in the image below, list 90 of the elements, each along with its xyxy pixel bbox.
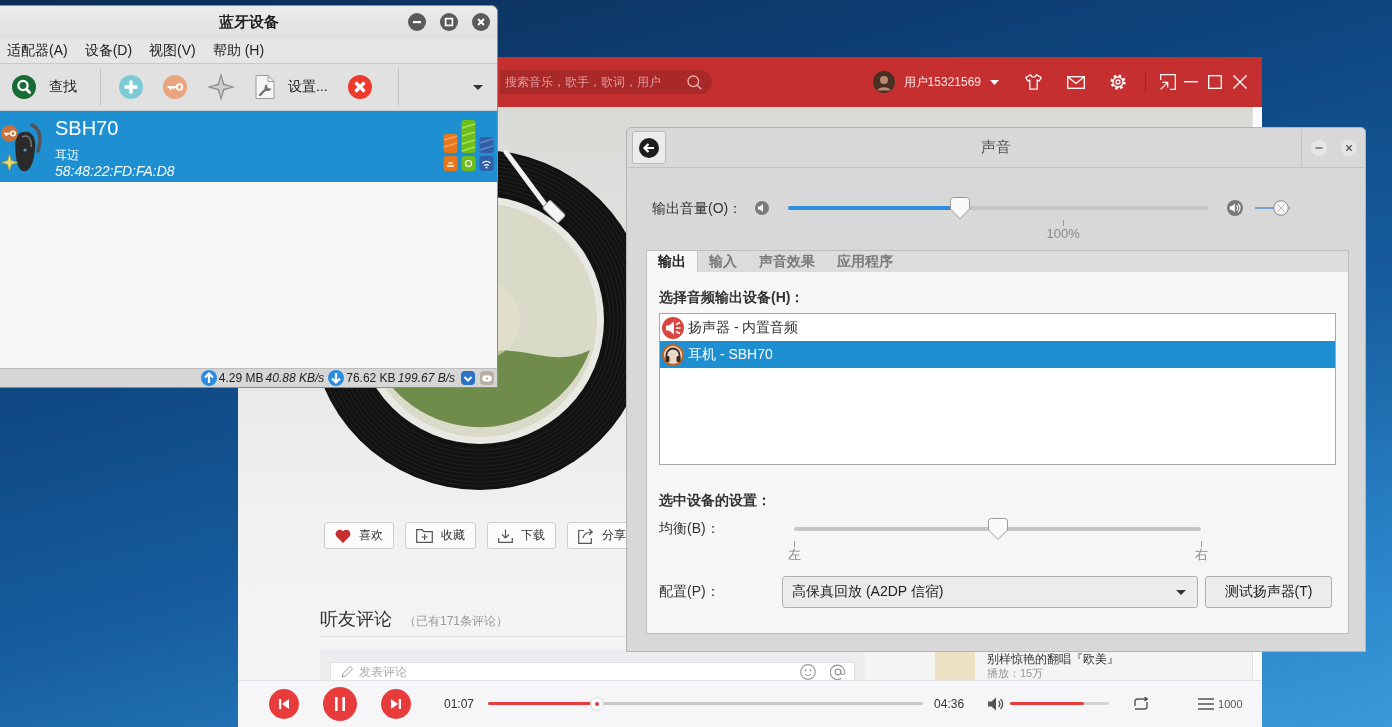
pause-button[interactable] (323, 687, 357, 721)
download-speed: 199.67 B/s (397, 371, 455, 385)
speaker-icon (662, 316, 684, 339)
tab[interactable]: 输出 (647, 251, 698, 272)
device-list-label: 选择音频输出设备(H)： (659, 288, 805, 306)
search-icon (687, 74, 702, 90)
slider-thumb[interactable] (986, 517, 1009, 541)
profile-label: 配置(P)： (659, 583, 721, 601)
minimize-button[interactable] (408, 13, 426, 31)
like-button[interactable]: 喜欢 (324, 522, 394, 549)
menu-item[interactable]: 帮助 (H) (212, 41, 265, 60)
menu-item[interactable]: 设备(D) (84, 41, 133, 60)
balance-left-label: 左 (787, 547, 801, 562)
test-speaker-button[interactable]: 测试扬声器(T) (1205, 576, 1332, 608)
maximize-button[interactable] (440, 13, 458, 31)
speaker-low-icon (755, 201, 769, 215)
next-button[interactable] (381, 689, 411, 719)
playlist-button[interactable] (1198, 698, 1215, 710)
collect-button[interactable]: 收藏 (405, 522, 476, 549)
play-count: 播放：15万 (987, 667, 1045, 680)
window-title: 声音 (981, 138, 1011, 157)
menu-item[interactable]: 视图(V) (149, 41, 196, 60)
smiley-icon (800, 663, 816, 680)
caret-icon (473, 84, 483, 90)
output-volume-slider[interactable] (788, 196, 1208, 220)
heart-icon (335, 528, 351, 543)
balance-right-label: 右 (1194, 547, 1208, 562)
previous-button[interactable] (269, 689, 299, 719)
slider-thumb[interactable] (949, 196, 972, 220)
mini-slider-icon (1255, 200, 1291, 216)
close-button[interactable] (1341, 139, 1357, 156)
caret-icon (1176, 589, 1186, 595)
folder-plus-icon (416, 528, 433, 543)
slider-thumb[interactable] (589, 697, 604, 711)
disk-tile-icon (480, 371, 494, 385)
playlist-title[interactable]: 别样惊艳的翻唱『欧美』 (987, 652, 1119, 666)
output-device-row[interactable]: 耳机 - SBH70 (660, 341, 1335, 368)
device-name: SBH70 (55, 116, 120, 140)
device-row[interactable]: SBH70 耳迈 58:48:22:FD:FA:D8 (0, 111, 497, 182)
close-button[interactable] (1233, 75, 1247, 89)
back-button[interactable] (632, 131, 666, 164)
device-type: 耳迈 (55, 148, 80, 162)
at-sign-icon (830, 663, 846, 680)
search-button[interactable]: 查找 (2, 67, 87, 107)
menu-item[interactable]: 适配器(A) (7, 41, 68, 60)
comments-heading: 听友评论 (320, 608, 392, 631)
share-icon (578, 527, 594, 544)
repeat-button[interactable] (1132, 697, 1151, 711)
window-title: 蓝牙设备 (218, 12, 279, 32)
headphones-icon (662, 343, 684, 366)
messages-button[interactable] (1067, 75, 1085, 89)
settings-label: 选中设备的设置： (659, 491, 771, 509)
avatar-icon (872, 71, 895, 93)
document-wrench-icon (255, 75, 275, 99)
speaker-high-icon (1227, 200, 1243, 216)
maximize-button[interactable] (1208, 75, 1222, 89)
signal-meter-icon (461, 120, 476, 172)
comment-count: （已有171条评论） (404, 613, 509, 630)
account-menu-caret[interactable] (990, 79, 999, 85)
plus-icon (119, 75, 143, 99)
device-address: 58:48:22:FD:FA:D8 (55, 163, 175, 180)
settings-button[interactable] (1109, 73, 1127, 91)
elapsed-time: 01:07 (444, 697, 475, 711)
star-icon (207, 73, 235, 101)
balance-slider[interactable] (794, 517, 1201, 541)
volume-label: 输出音量(O)： (652, 199, 744, 217)
pencil-icon (341, 665, 353, 678)
minimize-button[interactable] (1311, 139, 1327, 156)
download-button[interactable]: 下载 (487, 522, 556, 549)
skin-button[interactable] (1025, 74, 1042, 90)
chevron-tile-icon (461, 371, 475, 385)
download-icon (498, 528, 513, 543)
output-device-row[interactable]: 扬声器 - 内置音频 (660, 314, 1335, 341)
close-button[interactable] (472, 13, 490, 31)
total-time: 04:36 (934, 697, 965, 711)
user-name[interactable]: 用户15321569 (903, 73, 981, 91)
x-circle-icon (347, 75, 372, 99)
downloaded-amount: 76.62 KB (346, 371, 396, 385)
uploaded-amount: 4.29 MB (218, 371, 264, 385)
mini-mode-button[interactable] (1160, 74, 1176, 90)
key-icon (163, 75, 187, 99)
profile-dropdown[interactable]: 高保真回放 (A2DP 信宿) (782, 576, 1198, 608)
volume-scale-label: 100% (1046, 226, 1080, 241)
progress-slider[interactable] (488, 697, 924, 711)
setup-button[interactable]: 设置... (245, 67, 338, 107)
search-icon (12, 75, 36, 99)
upload-speed: 40.88 KB/s (265, 371, 325, 385)
volume-button[interactable] (988, 697, 1005, 711)
playlist-count: 1000 (1218, 698, 1243, 710)
balance-label: 均衡(B)： (659, 519, 721, 537)
